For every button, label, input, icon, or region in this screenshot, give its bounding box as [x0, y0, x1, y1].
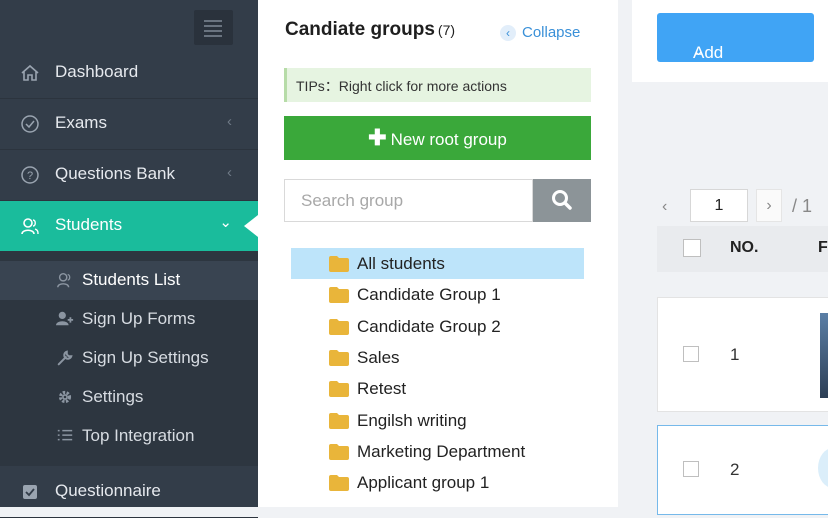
- column-header-next: F: [818, 239, 828, 256]
- folder-icon: [329, 381, 349, 398]
- panel-title: Candiate groups (7): [285, 19, 455, 41]
- row-number: 1: [730, 345, 740, 364]
- collapse-label: Collapse: [522, 24, 581, 41]
- gear-icon: [58, 390, 72, 404]
- users-icon: [21, 218, 39, 235]
- wrench-icon: [57, 350, 73, 366]
- nav-label: Exams: [55, 113, 107, 132]
- avatar: [818, 448, 828, 488]
- chevron-down-icon: ⌄: [693, 43, 704, 58]
- submenu-label: Sign Up Forms: [82, 309, 196, 328]
- folder-icon: [329, 256, 349, 272]
- menu-toggle-button[interactable]: [194, 10, 233, 45]
- add-students-button[interactable]: Add students ⌄: [657, 13, 814, 82]
- submenu-item-students-list[interactable]: Students List: [0, 261, 258, 300]
- new-root-group-button[interactable]: ✚ New root group: [284, 116, 591, 160]
- student-photo: [820, 313, 828, 398]
- svg-text:?: ?: [27, 170, 33, 182]
- folder-icon: [329, 412, 349, 429]
- tree-item-label: Marketing Department: [357, 441, 526, 461]
- submenu-item-sign-up-forms[interactable]: Sign Up Forms: [0, 300, 258, 339]
- collapse-button[interactable]: ‹ Collapse: [500, 24, 580, 41]
- nav-label: Students: [55, 215, 123, 234]
- list-icon: [57, 429, 73, 441]
- chevron-left-icon: ‹: [227, 113, 232, 130]
- submenu-label: Sign Up Settings: [82, 348, 209, 367]
- nav-item-exams[interactable]: Exams ‹: [0, 99, 258, 150]
- folder-icon: [329, 475, 349, 492]
- tree-item-label: Sales: [357, 347, 400, 367]
- panel-title-text: Candiate groups: [285, 19, 435, 40]
- tips-banner: TIPs：Right click for more actions: [284, 68, 591, 102]
- home-icon: [21, 64, 39, 81]
- sidebar: Dashboard Exams ‹ ? Questions Bank ‹ Stu…: [0, 0, 258, 518]
- users-icon: [57, 272, 71, 288]
- tree-item-label: All students: [357, 254, 445, 273]
- tree-item-label: Candidate Group 2: [357, 316, 501, 336]
- pager-prev-button[interactable]: ‹: [662, 198, 667, 216]
- select-all-checkbox[interactable]: [683, 239, 701, 257]
- tree-item-label: Engilsh writing: [357, 410, 467, 430]
- chevron-left-icon: ‹: [500, 25, 516, 41]
- submenu-item-sign-up-settings[interactable]: Sign Up Settings: [0, 339, 258, 378]
- row-checkbox[interactable]: [683, 461, 699, 477]
- chevron-down-icon: ⌄: [219, 214, 232, 231]
- column-header-no: NO.: [730, 239, 759, 256]
- nav-label: Questions Bank: [55, 164, 176, 183]
- tree-item-group[interactable]: Retest: [291, 373, 584, 404]
- new-root-group-label: New root group: [390, 130, 507, 149]
- nav-item-questionnaire[interactable]: Questionnaire: [0, 467, 258, 518]
- checkbox-icon: [23, 485, 37, 499]
- group-count: (7): [437, 22, 456, 38]
- search-group-input[interactable]: Search group: [284, 179, 533, 222]
- row-checkbox[interactable]: [683, 346, 699, 362]
- tree-item-group[interactable]: Marketing Department: [291, 436, 584, 467]
- plus-icon: ✚: [368, 125, 387, 150]
- nav-label: Questionnaire: [55, 481, 161, 500]
- tree-item-label: Candidate Group 1: [357, 285, 501, 305]
- pager-next-button[interactable]: ›: [756, 189, 782, 222]
- submenu-label: Students List: [82, 270, 181, 289]
- search-button[interactable]: [533, 179, 591, 222]
- candidate-groups-panel: Candiate groups (7) ‹ Collapse TIPs：Right …: [258, 0, 618, 507]
- row-number: 2: [730, 460, 740, 479]
- tree-item-label: Retest: [357, 379, 407, 399]
- submenu-label: Settings: [82, 387, 144, 406]
- tree-item-group[interactable]: Engilsh writing: [291, 405, 584, 436]
- nav-item-questions-bank[interactable]: ? Questions Bank ‹: [0, 150, 258, 201]
- pager-page-input[interactable]: 1: [690, 189, 748, 222]
- nav-label: Dashboard: [55, 62, 139, 81]
- check-circle-icon: [21, 115, 39, 133]
- question-circle-icon: ?: [21, 166, 39, 184]
- submenu-label: Top Integration: [82, 426, 195, 445]
- tree-item-group[interactable]: Candidate Group 1: [291, 279, 584, 310]
- pager-total: / 1: [792, 196, 813, 216]
- folder-icon: [329, 349, 349, 366]
- submenu-item-settings[interactable]: Settings: [0, 378, 258, 417]
- submenu-item-top-integration[interactable]: Top Integration: [0, 417, 258, 456]
- nav-item-students[interactable]: Students ⌄: [0, 201, 258, 251]
- user-add-icon: [56, 311, 74, 326]
- chevron-left-icon: ‹: [227, 164, 232, 181]
- active-indicator: [244, 215, 258, 237]
- tree-item-group[interactable]: All students: [291, 248, 584, 279]
- tree-item-group[interactable]: Sales: [291, 342, 584, 373]
- folder-icon: [329, 318, 349, 335]
- students-submenu: Students List Sign Up Forms Sign Up Sett…: [0, 251, 258, 466]
- tree-item-group[interactable]: Candidate Group 2: [291, 311, 584, 342]
- tree-item-group[interactable]: Applicant group 1: [291, 467, 584, 498]
- folder-icon: [329, 287, 349, 304]
- folder-icon: [329, 443, 349, 460]
- tree-item-label: Applicant group 1: [357, 473, 490, 493]
- nav-item-dashboard[interactable]: Dashboard: [0, 48, 258, 99]
- search-icon: [552, 190, 572, 210]
